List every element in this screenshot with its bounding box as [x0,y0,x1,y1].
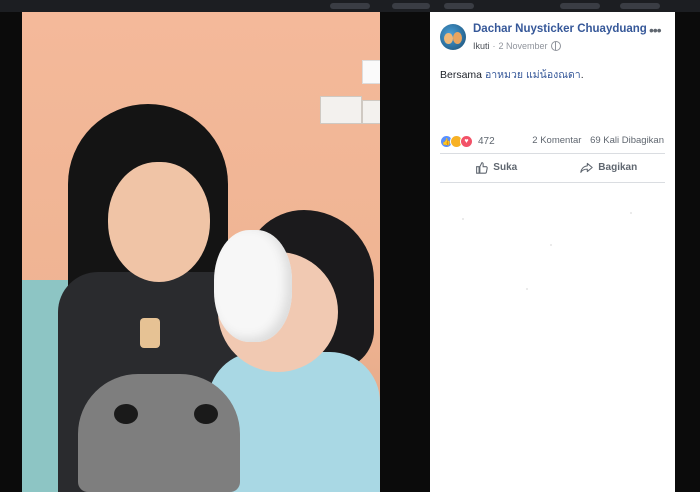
reaction-count: 472 [478,136,495,147]
love-icon: ♥ [460,135,473,148]
post-caption: Bersama อาหมวย แม่น้องณดา. [440,69,584,81]
divider [440,153,665,154]
share-arrow-icon [580,162,594,173]
tagged-user-link[interactable]: อาหมวย แม่น้องณดา [485,69,581,81]
more-options-button[interactable]: ••• [649,22,662,38]
globe-icon [550,41,561,51]
avatar[interactable] [440,24,466,50]
reaction-summary[interactable]: 👍 ♥ 472 [440,135,495,148]
post-side-panel: Dachar Nuysticker Chuayduang Ikuti · 2 N… [430,12,675,492]
eye-patch [214,230,292,342]
follow-link[interactable]: Ikuti [473,41,490,51]
post-actions: Suka Bagikan [440,156,665,178]
comments-area [430,188,675,488]
share-button[interactable]: Bagikan [553,156,666,178]
woman-figure [108,162,210,282]
post-photo[interactable] [22,12,380,492]
author-name[interactable]: Dachar Nuysticker Chuayduang [473,23,647,35]
cat-plush-toy [78,374,240,492]
post-date[interactable]: 2 November [499,41,548,51]
post-meta: Ikuti · 2 November [473,41,561,51]
comment-count-link[interactable]: 2 Komentar [532,135,581,146]
wall-switch [320,96,362,124]
meta-separator: · [492,41,496,51]
ice-cream-cone [140,318,160,348]
engagement-stats: 2 Komentar 69 Kali Dibagikan [532,135,664,146]
room-sign [362,60,380,84]
browser-top-bar [0,0,700,12]
like-button[interactable]: Suka [440,156,553,178]
share-count-link[interactable]: 69 Kali Dibagikan [590,135,664,146]
thumbs-up-icon [476,161,489,174]
